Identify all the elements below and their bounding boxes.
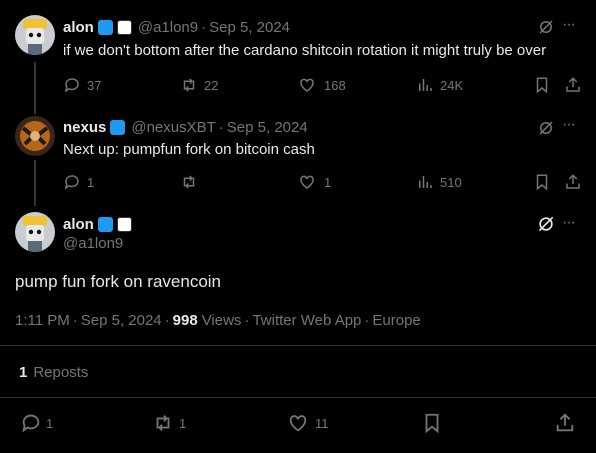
bookmark-button[interactable]	[421, 412, 443, 434]
repost-icon	[156, 415, 170, 431]
views-icon	[419, 176, 432, 188]
share-icon	[566, 77, 580, 92]
repost-icon	[183, 78, 195, 92]
like-count: 11	[315, 415, 329, 431]
bookmark-button[interactable]	[533, 173, 551, 191]
bookmark-icon	[536, 174, 548, 191]
reply-button[interactable]: 1	[63, 173, 94, 191]
separator: ·	[244, 312, 250, 329]
separator: ·	[164, 312, 170, 329]
views-count: 510	[440, 174, 462, 190]
grok-icon[interactable]	[537, 18, 555, 41]
reply-button[interactable]: 37	[63, 76, 101, 94]
share-button[interactable]	[564, 76, 582, 94]
separator: ·	[218, 119, 224, 136]
tweet-location: Europe	[372, 312, 421, 329]
repost-icon	[183, 175, 195, 189]
display-name[interactable]: alon	[63, 19, 94, 36]
more-icon[interactable]: ···	[562, 16, 576, 34]
thread-line	[34, 160, 36, 206]
tweet-date[interactable]: Sep 5, 2024	[227, 119, 308, 136]
views-button[interactable]: 510	[416, 173, 462, 191]
reply-count: 37	[87, 77, 102, 93]
tweet-date[interactable]: Sep 5, 2024	[81, 312, 162, 329]
repost-button[interactable]	[180, 173, 204, 191]
reposts-label: Reposts	[33, 364, 89, 381]
like-button[interactable]: 168	[298, 76, 346, 94]
tweet-meta: 1:11 PM · Sep 5, 2024 · 998 Views · Twit…	[15, 312, 421, 329]
heart-icon	[300, 78, 314, 92]
views-icon	[419, 79, 432, 91]
reply-button[interactable]: 1	[20, 412, 53, 434]
reposts-link[interactable]: 1 Reposts	[19, 364, 88, 381]
share-button[interactable]	[554, 412, 576, 434]
divider	[0, 397, 596, 398]
tweet-text: if we don't bottom after the cardano shi…	[63, 42, 547, 59]
handle[interactable]: @a1lon9	[63, 235, 123, 252]
repost-count: 1	[179, 415, 187, 431]
tweet-text: Next up: pumpfun fork on bitcoin cash	[63, 141, 315, 158]
affiliate-badge-icon	[116, 217, 132, 232]
avatar[interactable]	[15, 212, 55, 252]
reply-count: 1	[46, 415, 54, 431]
display-name[interactable]: nexus	[63, 119, 106, 136]
share-button[interactable]	[564, 173, 582, 191]
reply-icon	[22, 414, 40, 433]
like-count: 1	[324, 174, 332, 190]
bookmark-button[interactable]	[533, 76, 551, 94]
tweet-text: pump fun fork on ravencoin	[15, 272, 222, 291]
like-count: 168	[324, 77, 346, 93]
views-label: Views	[201, 312, 242, 329]
share-icon	[566, 174, 580, 189]
verified-badge-icon	[97, 20, 113, 35]
separator: ·	[364, 312, 370, 329]
reposts-count: 1	[19, 364, 28, 381]
views-button[interactable]: 24K	[416, 76, 463, 94]
more-icon[interactable]: ···	[562, 116, 576, 134]
display-name[interactable]: alon	[63, 216, 94, 233]
repost-count: 22	[204, 77, 219, 93]
separator: ·	[72, 312, 78, 329]
views-count: 24K	[440, 77, 464, 93]
heart-icon	[300, 175, 314, 189]
verified-badge-icon	[97, 217, 113, 232]
heart-icon	[289, 415, 307, 432]
tweet-time[interactable]: 1:11 PM	[15, 312, 70, 329]
verified-badge-icon	[110, 120, 126, 135]
reply-icon	[64, 175, 79, 190]
grok-icon[interactable]	[536, 214, 556, 239]
bookmark-icon	[425, 413, 439, 434]
like-button[interactable]: 1	[298, 173, 331, 191]
handle[interactable]: @a1lon9	[138, 19, 198, 36]
like-button[interactable]: 11	[287, 412, 329, 434]
handle[interactable]: @nexusXBT	[131, 119, 215, 136]
reply-icon	[64, 78, 79, 93]
repost-button[interactable]: 22	[180, 76, 218, 94]
bookmark-icon	[536, 77, 548, 94]
reply-count: 1	[87, 174, 95, 190]
more-icon[interactable]: ···	[562, 214, 576, 232]
affiliate-badge-icon	[116, 20, 132, 35]
grok-icon[interactable]	[537, 119, 555, 142]
separator: ·	[201, 19, 207, 36]
divider	[0, 345, 596, 346]
tweet-source[interactable]: Twitter Web App	[252, 312, 361, 329]
views-count: 998	[172, 312, 198, 329]
thread-line	[34, 62, 36, 114]
repost-button[interactable]: 1	[152, 412, 186, 434]
avatar[interactable]	[15, 15, 55, 55]
tweet-date[interactable]: Sep 5, 2024	[209, 19, 290, 36]
avatar[interactable]	[15, 116, 55, 156]
share-icon	[556, 413, 574, 432]
